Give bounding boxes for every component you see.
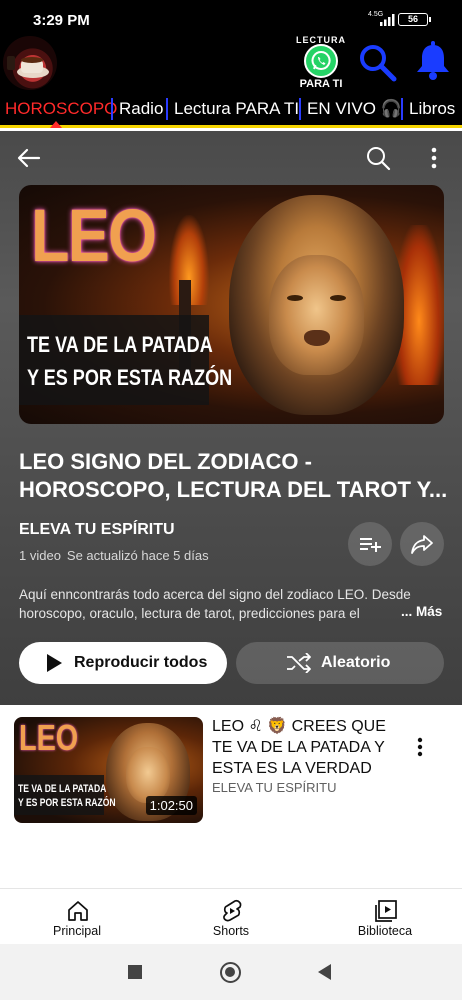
whatsapp-icon: [304, 44, 338, 78]
bottom-navigation: Principal Shorts Biblioteca: [0, 888, 462, 944]
playlist-title-line2: HOROSCOPO, LECTURA DEL TAROT Y...: [19, 477, 448, 502]
lion-face: [269, 255, 364, 375]
tab-separator: [401, 98, 403, 120]
video-thumbnail[interactable]: LEO TE VA DE LA PATADA Y ES POR ESTA RAZ…: [14, 717, 203, 823]
nav-principal-label: Principal: [53, 924, 101, 938]
share-icon: [411, 535, 433, 554]
recents-icon[interactable]: [128, 965, 142, 979]
system-navigation-bar: [0, 944, 462, 1000]
play-all-button[interactable]: Reproducir todos: [19, 642, 227, 684]
tab-separator: [299, 98, 301, 120]
thumbnail-caption-box: [14, 775, 104, 815]
video-count: 1 video: [19, 548, 61, 563]
back-arrow-icon[interactable]: [15, 144, 43, 172]
playlist-description[interactable]: Aquí enncontrarás todo acerca del signo …: [19, 585, 445, 623]
description-more-link[interactable]: ... Más: [401, 604, 442, 619]
status-time: 3:29 PM: [33, 12, 90, 29]
app-screen: 3:29 PM 4.5G 56 LECTURA PARA TI HOROSCOP…: [0, 0, 462, 1000]
thumbnail-caption-line1: TE VA DE LA PATADA: [18, 783, 107, 795]
more-options-icon[interactable]: [424, 144, 444, 172]
playlist-thumbnail[interactable]: LEO TE VA DE LA PATADA Y ES POR ESTA RAZ…: [19, 185, 444, 424]
nav-biblioteca[interactable]: Biblioteca: [335, 889, 435, 945]
tab-horoscopo[interactable]: HOROSCOPO: [5, 98, 117, 120]
tab-radio[interactable]: Radio: [119, 98, 163, 120]
video-duration: 1:02:50: [145, 796, 197, 815]
home-icon: [68, 901, 88, 921]
tab-en-vivo[interactable]: EN VIVO 🎧: [307, 98, 402, 120]
thumbnail-leo-text: LEO: [19, 717, 79, 758]
video-more-options-icon[interactable]: [410, 736, 430, 760]
home-circle-icon[interactable]: [220, 962, 241, 983]
tab-separator: [111, 98, 113, 120]
description-line2: horoscopo, oraculo, lectura de tarot, pr…: [19, 606, 360, 621]
lion-eye: [330, 295, 346, 301]
status-bar: 3:29 PM 4.5G 56: [0, 0, 462, 36]
description-line1: Aquí enncontrarás todo acerca del signo …: [19, 587, 411, 602]
updated-text: Se actualizó hace 5 días: [66, 548, 209, 563]
shuffle-button[interactable]: Aleatorio: [236, 642, 444, 684]
thumbnail-caption-line2: Y ES POR ESTA RAZÓN: [27, 365, 233, 390]
tab-separator: [166, 98, 168, 120]
thumbnail-caption-line2: Y ES POR ESTA RAZÓN: [18, 797, 116, 809]
coffee-cup-icon: [7, 56, 49, 78]
share-button[interactable]: [400, 522, 444, 566]
video-title[interactable]: LEO ♌ 🦁 CREES QUE TE VA DE LA PATADA Y E…: [212, 716, 402, 779]
save-to-playlist-button[interactable]: [348, 522, 392, 566]
app-header: LECTURA PARA TI: [0, 35, 462, 92]
tab-lectura-para-ti[interactable]: Lectura PARA TI: [174, 98, 299, 120]
shuffle-label: Aleatorio: [321, 654, 391, 671]
nav-principal[interactable]: Principal: [27, 889, 127, 945]
playlist-add-icon: [360, 538, 381, 552]
thumbnail-caption-line1: TE VA DE LA PATADA: [27, 332, 213, 357]
search-icon[interactable]: [357, 42, 399, 84]
search-icon[interactable]: [364, 144, 392, 172]
tab-libros[interactable]: Libros: [409, 98, 455, 120]
thumbnail-leo-text: LEO: [31, 194, 157, 277]
whatsapp-badge-bottom: PARA TI: [299, 78, 343, 90]
playlist-title: LEO SIGNO DEL ZODIACO - HOROSCOPO, LECTU…: [19, 448, 449, 504]
whatsapp-lectura-button[interactable]: LECTURA PARA TI: [290, 35, 350, 92]
nav-shorts-label: Shorts: [212, 924, 250, 938]
bell-icon[interactable]: [414, 41, 452, 81]
nav-shorts[interactable]: Shorts: [181, 889, 281, 945]
lion-nose: [304, 330, 330, 346]
lion-face: [126, 747, 170, 803]
library-icon: [375, 900, 397, 922]
active-tab-indicator: [50, 121, 62, 128]
playlist-title-line1: LEO SIGNO DEL ZODIACO -: [19, 449, 312, 474]
category-tabs: HOROSCOPO Radio Lectura PARA TI EN VIVO …: [0, 92, 462, 128]
playlist-channel-name[interactable]: ELEVA TU ESPÍRITU: [19, 521, 175, 539]
signal-icon: [380, 14, 395, 26]
play-all-label: Reproducir todos: [74, 654, 208, 671]
back-triangle-icon[interactable]: [318, 964, 331, 980]
thumbnail-caption-box: [19, 315, 209, 405]
video-channel[interactable]: ELEVA TU ESPÍRITU: [212, 780, 337, 795]
shorts-icon: [223, 899, 242, 922]
playlist-meta: 1 video Se actualizó hace 5 días: [19, 548, 209, 563]
nav-biblioteca-label: Biblioteca: [357, 924, 413, 938]
shuffle-icon: [287, 653, 311, 673]
battery-icon: 56: [398, 13, 431, 26]
avatar[interactable]: [3, 36, 57, 90]
play-icon: [47, 654, 62, 672]
lion-eye: [287, 295, 303, 301]
